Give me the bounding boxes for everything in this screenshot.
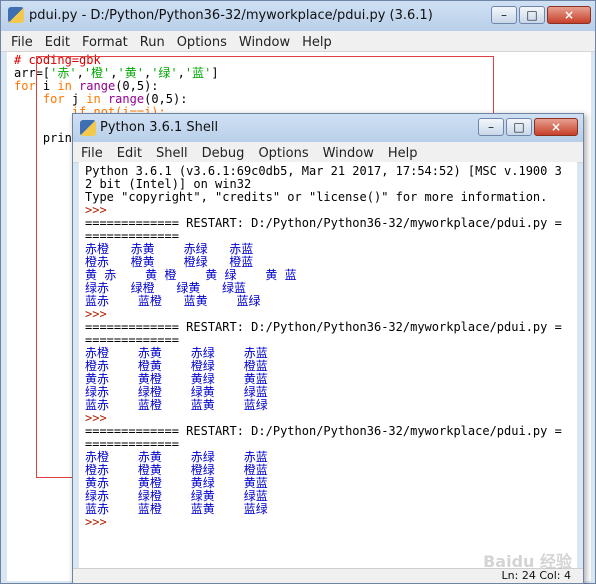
editor-title: pdui.py - D:/Python/Python36-32/myworkpl… <box>29 8 433 23</box>
output-line: 蓝赤 蓝橙 蓝黄 蓝绿 <box>85 294 261 308</box>
code-line-6: prin <box>14 131 72 145</box>
banner-line: Type "copyright", "credits" or "license(… <box>85 190 548 204</box>
shell-menu-edit[interactable]: Edit <box>109 144 148 161</box>
code-token: i <box>35 79 58 93</box>
shell-menu-file[interactable]: File <box>73 144 109 161</box>
code-keyword: in <box>57 79 72 93</box>
code-token: j <box>64 92 87 106</box>
maximize-button[interactable]: □ <box>519 6 545 24</box>
shell-titlebar[interactable]: Python 3.6.1 Shell – □ × <box>73 114 583 142</box>
menu-file[interactable]: File <box>1 33 39 50</box>
shell-menu-window[interactable]: Window <box>315 144 380 161</box>
output-line: 蓝赤 蓝橙 蓝黄 蓝绿 <box>85 398 268 412</box>
shell-prompt: >>> <box>85 515 107 529</box>
menu-format[interactable]: Format <box>76 33 134 50</box>
shell-minimize-button[interactable]: – <box>478 118 504 136</box>
editor-titlebar[interactable]: pdui.py - D:/Python/Python36-32/myworkpl… <box>1 1 595 31</box>
close-button[interactable]: × <box>547 6 591 24</box>
shell-menu-shell[interactable]: Shell <box>148 144 194 161</box>
code-builtin: range <box>71 79 116 93</box>
menu-edit[interactable]: Edit <box>39 33 76 50</box>
code-keyword: in <box>86 92 101 106</box>
shell-window: Python 3.6.1 Shell – □ × File Edit Shell De… <box>72 113 584 584</box>
code-token: (0,5): <box>115 79 159 93</box>
code-token: , <box>177 66 185 80</box>
code-token: ] <box>211 66 219 80</box>
output-line: 蓝赤 蓝橙 蓝黄 蓝绿 <box>85 502 268 516</box>
code-keyword: for <box>14 79 36 93</box>
code-token: , <box>110 66 118 80</box>
code-token: (0,5): <box>144 92 188 106</box>
shell-menubar: File Edit Shell Debug Options Window Help <box>73 142 583 163</box>
shell-menu-debug[interactable]: Debug <box>194 144 251 161</box>
shell-title: Python 3.6.1 Shell <box>100 120 219 135</box>
python-idle-icon <box>8 7 24 23</box>
menu-window[interactable]: Window <box>233 33 296 50</box>
code-builtin: range <box>100 92 145 106</box>
shell-maximize-button[interactable]: □ <box>506 118 532 136</box>
code-string: '绿' <box>151 66 178 80</box>
code-string: '黄' <box>117 66 144 80</box>
shell-menu-options[interactable]: Options <box>250 144 314 161</box>
menu-help[interactable]: Help <box>296 33 338 50</box>
code-keyword: for <box>42 92 65 106</box>
minimize-button[interactable]: – <box>491 6 517 24</box>
shell-menu-help[interactable]: Help <box>380 144 424 161</box>
code-line-4: for j in range(0,5): <box>14 92 188 106</box>
menu-run[interactable]: Run <box>134 33 171 50</box>
python-shell-icon <box>80 120 96 136</box>
code-string: '橙' <box>83 66 111 80</box>
shell-text-area[interactable]: Python 3.6.1 (v3.6.1:69c0db5, Mar 21 201… <box>79 162 577 570</box>
editor-menubar: File Edit Format Run Options Window Help <box>1 31 595 52</box>
code-token: arr=[ <box>14 66 51 80</box>
code-string: '赤' <box>50 66 77 80</box>
code-string: '蓝' <box>184 66 212 80</box>
code-token: , <box>76 66 84 80</box>
watermark-logo: Baidu 经验 <box>483 552 572 571</box>
shell-close-button[interactable]: × <box>534 118 578 136</box>
menu-options[interactable]: Options <box>171 33 233 50</box>
